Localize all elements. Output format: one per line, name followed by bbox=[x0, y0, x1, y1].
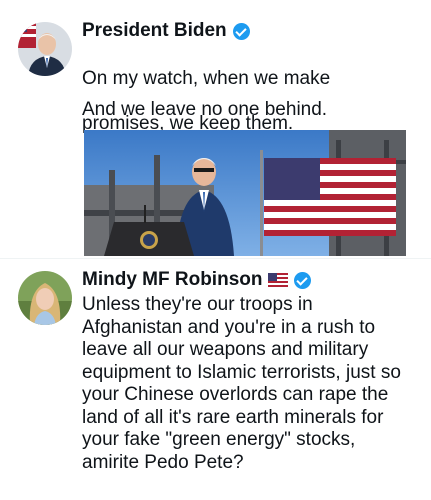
verified-badge-icon bbox=[294, 271, 312, 289]
post-image[interactable] bbox=[84, 130, 406, 256]
post-text: On my watch, when we make promises, we k… bbox=[82, 45, 330, 135]
us-flag-icon bbox=[268, 273, 289, 287]
post-text: Unless they're our troops in Afghanistan… bbox=[82, 294, 401, 473]
post-biden[interactable]: President Biden On my watch, when we mak… bbox=[0, 0, 431, 258]
avatar[interactable] bbox=[18, 271, 72, 325]
post-robinson[interactable]: Mindy MF Robinson Unless they're our tro… bbox=[0, 259, 431, 500]
post-text-line: On my watch, when we make bbox=[82, 67, 331, 89]
verified-badge-icon bbox=[232, 22, 250, 40]
author-name[interactable]: Mindy MF Robinson bbox=[82, 269, 262, 291]
post-text-second-paragraph: And we leave no one behind. bbox=[82, 99, 328, 120]
author-name[interactable]: President Biden bbox=[82, 20, 227, 42]
avatar[interactable] bbox=[18, 22, 72, 76]
robinson-avatar-image bbox=[18, 271, 72, 325]
biden-speech-photo bbox=[84, 130, 406, 256]
biden-avatar-image bbox=[18, 22, 72, 76]
